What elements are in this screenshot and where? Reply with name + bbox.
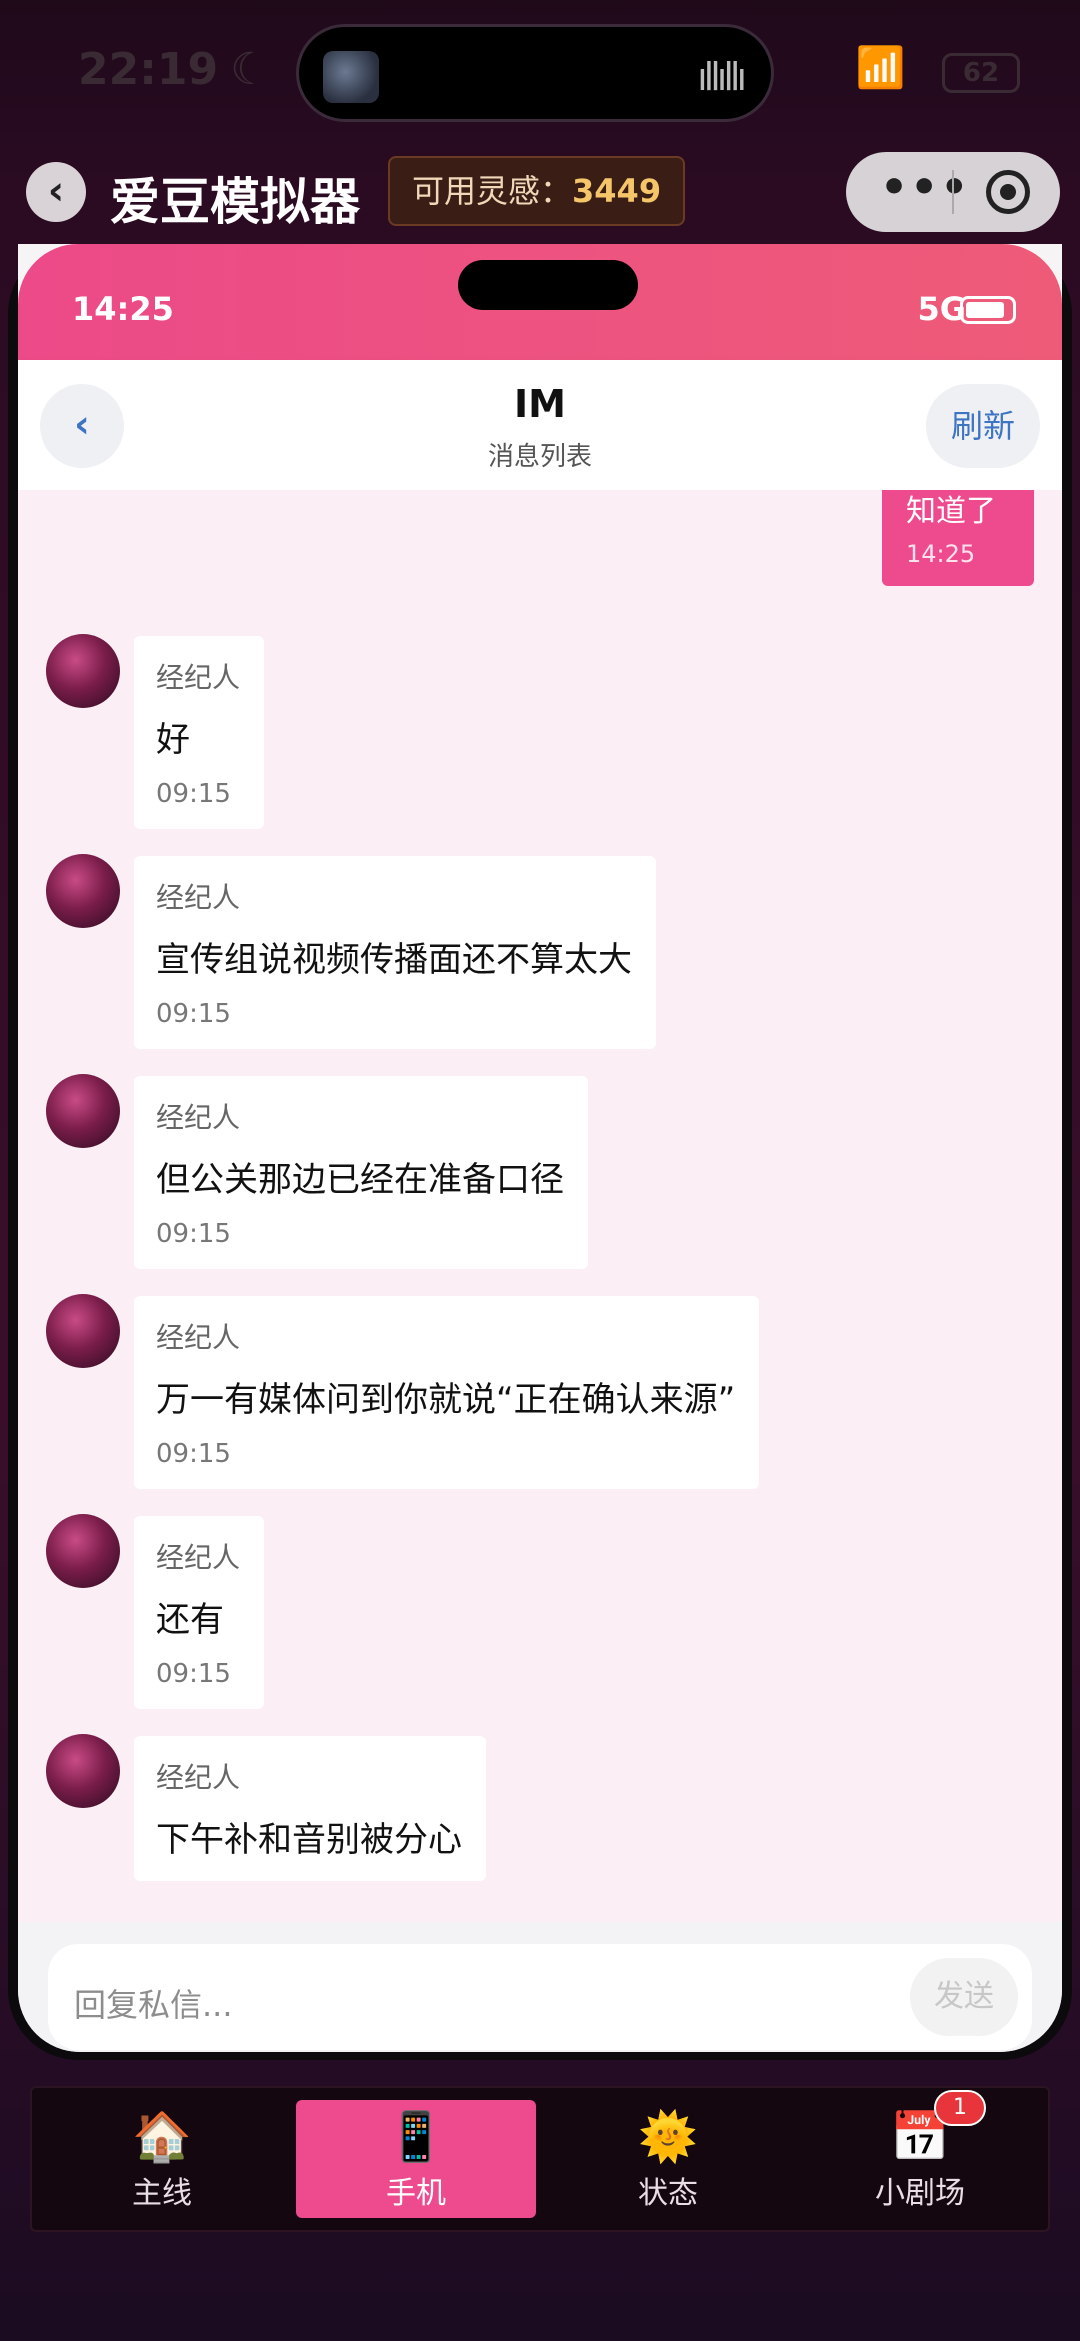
avatar[interactable]	[46, 1514, 120, 1588]
im-subtitle: 消息列表	[487, 442, 592, 472]
dynamic-island: ıllıllı	[296, 24, 774, 122]
moon-icon: ☾	[230, 44, 270, 95]
app-title: 爱豆模拟器	[110, 173, 360, 231]
my-message-text: 知道了	[906, 494, 996, 529]
avatar[interactable]	[46, 1294, 120, 1368]
sender-name: 经纪人	[156, 1101, 241, 1134]
tab-label: 小剧场	[875, 2176, 965, 2211]
tab-label: 手机	[386, 2176, 446, 2211]
message-bubble: 经纪人 还有 09:15	[134, 1516, 265, 1709]
message-bubble: 经纪人 但公关那边已经在准备口径 09:15	[134, 1076, 588, 1269]
system-time: 22:19 ☾	[78, 44, 270, 95]
tab-main-story[interactable]: 🏠 主线	[42, 2100, 282, 2218]
message-time: 09:15	[156, 1439, 231, 1469]
phone-frame: 14:25 5G ‹ IM 消息列表 刷新 知道了 14:25 经纪人 好 09…	[8, 244, 1072, 2060]
audio-wave-icon: ıllıllı	[697, 55, 747, 99]
avatar[interactable]	[46, 1734, 120, 1808]
inspiration-badge: 可用灵感：3449	[388, 156, 686, 226]
avatar[interactable]	[46, 854, 120, 928]
calendar-icon: 📅	[890, 2109, 950, 2165]
bottom-tab-bar: 🏠 主线 📱 手机 🌞 状态 📅 小剧场 1	[30, 2086, 1050, 2232]
message-bubble: 经纪人 下午补和音别被分心	[134, 1736, 486, 1881]
battery-icon: 62	[942, 53, 1020, 93]
message-bubble: 经纪人 万一有媒体问到你就说“正在确认来源” 09:15	[134, 1296, 760, 1489]
message-text: 万一有媒体问到你就说“正在确认来源”	[156, 1380, 736, 1420]
tab-label: 状态	[638, 2176, 698, 2211]
message-time: 09:15	[156, 1219, 231, 1249]
sender-name: 经纪人	[156, 1541, 241, 1574]
close-target-icon[interactable]	[986, 170, 1030, 214]
inspiration-label: 可用灵感：	[412, 172, 573, 210]
im-title: IM	[514, 382, 566, 426]
message-bubble: 经纪人 好 09:15	[134, 636, 265, 829]
network-label: 5G	[917, 290, 966, 328]
wifi-icon: 📶	[855, 45, 906, 91]
send-button[interactable]: 发送	[910, 1958, 1018, 2036]
my-message-time: 14:25	[906, 540, 976, 568]
capsule-divider	[952, 170, 954, 214]
media-thumbnail	[323, 51, 379, 103]
tab-status[interactable]: 🌞 状态	[548, 2100, 788, 2218]
notification-badge: 1	[934, 2090, 986, 2126]
avatar[interactable]	[46, 1074, 120, 1148]
reply-input[interactable]: 回复私信...	[48, 1944, 1032, 2050]
phone-status-bar: 14:25 5G	[18, 244, 1062, 360]
more-icon[interactable]: •••	[880, 162, 970, 213]
sender-name: 经纪人	[156, 1321, 241, 1354]
message-text: 好	[156, 720, 190, 760]
sender-name: 经纪人	[156, 881, 241, 914]
battery-level: 62	[962, 58, 1000, 88]
message-time: 09:15	[156, 999, 231, 1029]
chat-list[interactable]: 知道了 14:25 经纪人 好 09:15 经纪人 宣传组说视频传播面还不算太大…	[18, 490, 1062, 1922]
reply-composer: 回复私信... 发送	[18, 1922, 1062, 2052]
message-text: 但公关那边已经在准备口径	[156, 1160, 564, 1200]
tab-label: 主线	[132, 2176, 192, 2211]
message-text: 下午补和音别被分心	[156, 1820, 462, 1860]
sun-face-icon: 🌞	[638, 2109, 698, 2165]
sender-name: 经纪人	[156, 661, 241, 694]
phone-time: 14:25	[72, 290, 174, 328]
house-icon: 🏠	[132, 2109, 192, 2165]
message-time: 09:15	[156, 1659, 231, 1689]
back-button[interactable]: ‹	[26, 162, 86, 222]
refresh-button[interactable]: 刷新	[926, 384, 1040, 468]
avatar[interactable]	[46, 634, 120, 708]
miniprogram-capsule: •••	[846, 152, 1060, 232]
tab-phone[interactable]: 📱 手机	[296, 2100, 536, 2218]
message-bubble: 经纪人 宣传组说视频传播面还不算太大 09:15	[134, 856, 656, 1049]
im-nav-bar: ‹ IM 消息列表 刷新	[18, 360, 1062, 490]
sender-name: 经纪人	[156, 1761, 241, 1794]
system-indicators: 📶 62	[855, 44, 1020, 93]
phone-notch	[458, 260, 638, 310]
phone-screen: 14:25 5G ‹ IM 消息列表 刷新 知道了 14:25 经纪人 好 09…	[18, 244, 1062, 2052]
system-status-bar: 22:19 ☾ ıllıllı 📶 62	[0, 0, 1080, 140]
phone-icon: 📱	[386, 2109, 446, 2165]
message-text: 宣传组说视频传播面还不算太大	[156, 940, 632, 980]
tab-mini-theater[interactable]: 📅 小剧场 1	[800, 2090, 1040, 2218]
message-text: 还有	[156, 1600, 224, 1640]
my-message-bubble: 知道了 14:25	[882, 490, 1034, 586]
inspiration-value: 3449	[572, 172, 662, 210]
message-time: 09:15	[156, 779, 231, 809]
app-header: ‹ 爱豆模拟器 可用灵感：3449 •••	[0, 140, 1080, 244]
phone-battery-icon	[960, 296, 1016, 324]
